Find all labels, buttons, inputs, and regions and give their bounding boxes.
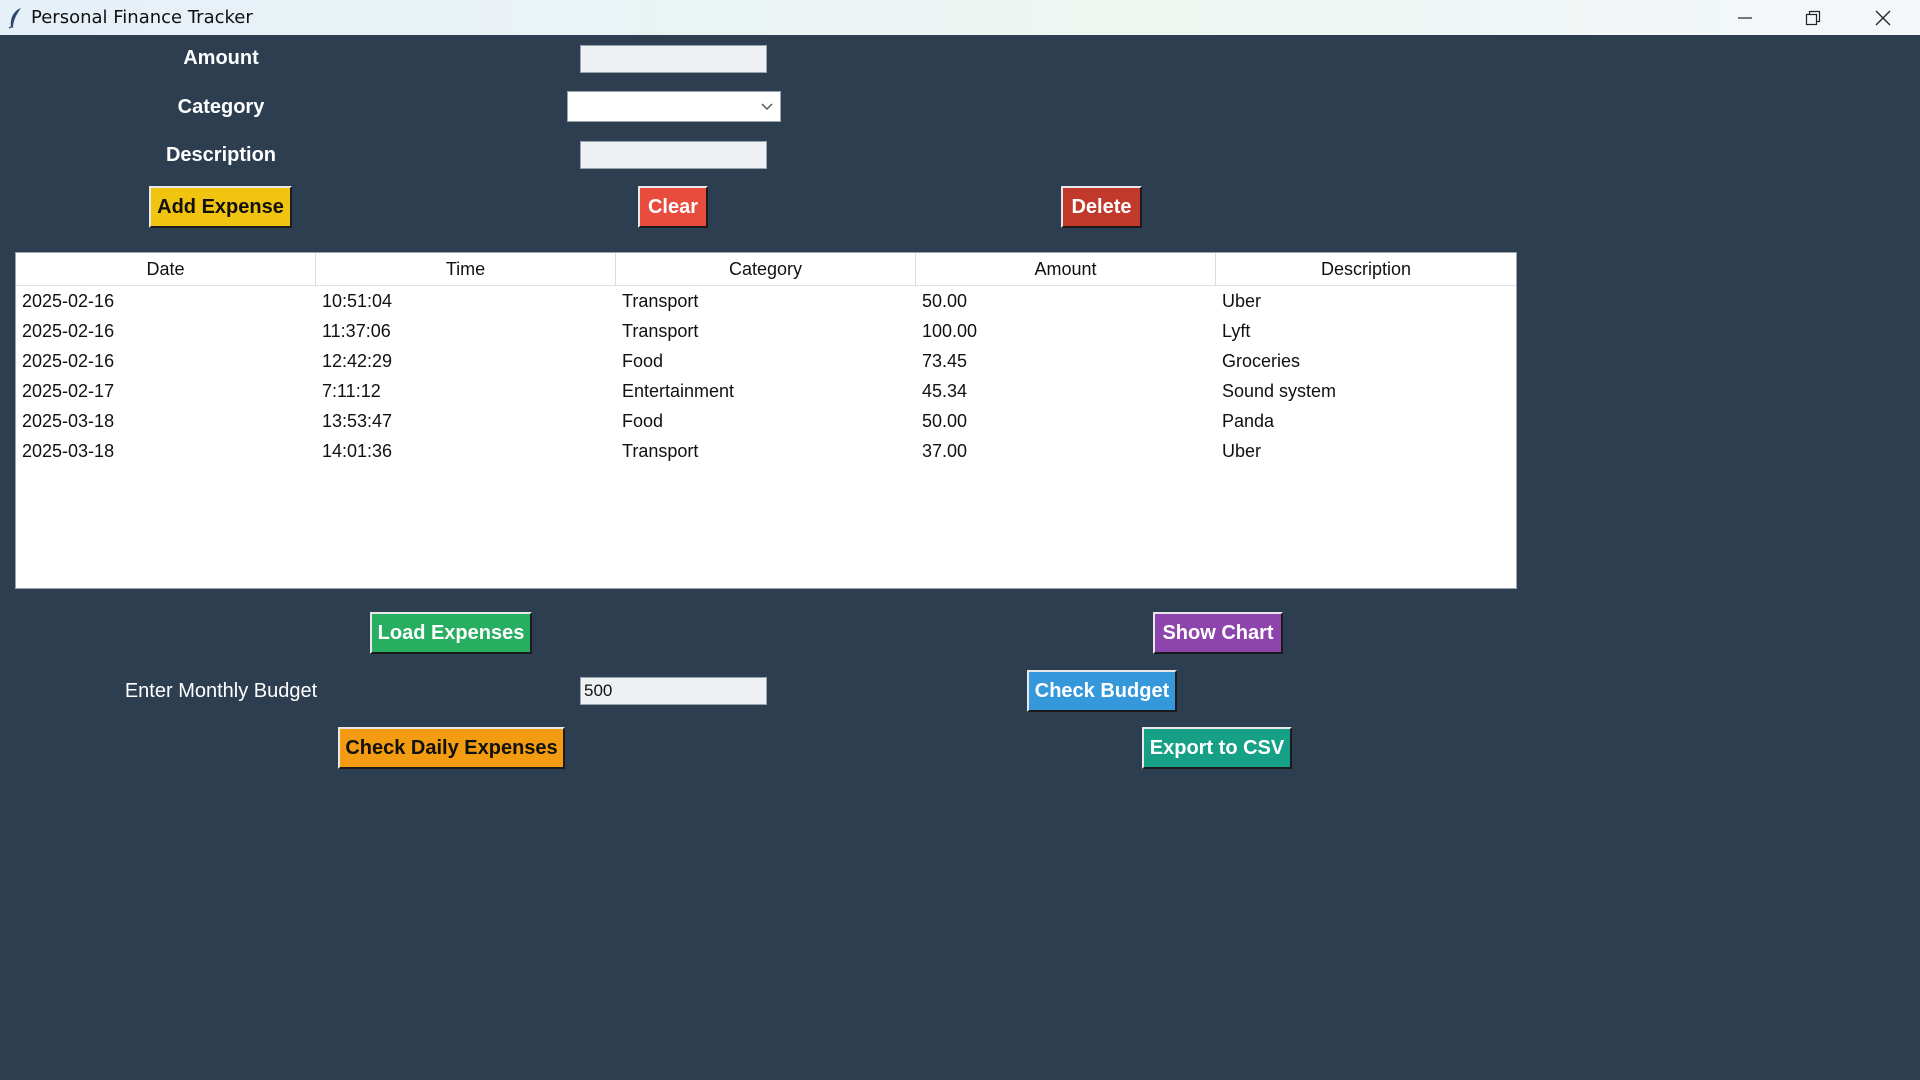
column-header-category[interactable]: Category	[616, 253, 916, 285]
cell-category: Transport	[622, 291, 699, 311]
description-label: Description	[165, 144, 277, 166]
column-header-time[interactable]: Time	[316, 253, 616, 285]
cell-time: 11:37:06	[322, 321, 391, 341]
amount-label: Amount	[183, 47, 259, 69]
cell-description: Groceries	[1222, 351, 1301, 371]
table-row[interactable]: 2025-03-18 13:53:47 Food 50.00 Panda	[16, 406, 1516, 436]
table-row[interactable]: 2025-02-16 10:51:04 Transport 50.00 Uber	[16, 286, 1516, 316]
cell-amount: 100.00	[922, 321, 978, 341]
table-row[interactable]: 2025-02-16 11:37:06 Transport 100.00 Lyf…	[16, 316, 1516, 346]
clear-button[interactable]: Clear	[638, 186, 708, 228]
cell-amount: 37.00	[922, 441, 968, 461]
delete-button[interactable]: Delete	[1061, 186, 1142, 228]
cell-category: Transport	[622, 321, 699, 341]
column-header-description[interactable]: Description	[1216, 253, 1516, 285]
cell-date: 2025-02-17	[22, 381, 115, 401]
table-row[interactable]: 2025-02-17 7:11:12 Entertainment 45.34 S…	[16, 376, 1516, 406]
cell-date: 2025-02-16	[22, 291, 115, 311]
cell-description: Uber	[1222, 291, 1262, 311]
cell-category: Transport	[622, 441, 699, 461]
column-header-date[interactable]: Date	[16, 253, 316, 285]
column-header-amount[interactable]: Amount	[916, 253, 1216, 285]
cell-date: 2025-03-18	[22, 441, 115, 461]
window-title: Personal Finance Tracker	[31, 7, 253, 28]
cell-time: 12:42:29	[322, 351, 393, 371]
budget-label: Enter Monthly Budget	[124, 680, 318, 702]
load-expenses-button[interactable]: Load Expenses	[370, 612, 532, 654]
cell-amount: 73.45	[922, 351, 968, 371]
description-input[interactable]	[580, 141, 767, 169]
minimize-button[interactable]	[1710, 0, 1780, 35]
cell-time: 10:51:04	[322, 291, 393, 311]
title-bar: Personal Finance Tracker	[0, 0, 1920, 35]
cell-time: 7:11:12	[322, 381, 381, 401]
cell-time: 14:01:36	[322, 441, 393, 461]
amount-input[interactable]	[580, 45, 767, 73]
table-row[interactable]: 2025-03-18 14:01:36 Transport 37.00 Uber	[16, 436, 1516, 466]
cell-description: Uber	[1222, 441, 1262, 461]
feather-icon	[8, 7, 21, 29]
expenses-table[interactable]: Date Time Category Amount Description 20…	[15, 252, 1517, 589]
table-row[interactable]: 2025-02-16 12:42:29 Food 73.45 Groceries	[16, 346, 1516, 376]
chevron-down-icon	[761, 103, 773, 111]
category-label: Category	[177, 96, 265, 118]
cell-date: 2025-03-18	[22, 411, 115, 431]
cell-description: Sound system	[1222, 381, 1337, 401]
close-button[interactable]	[1848, 0, 1918, 35]
check-budget-button[interactable]: Check Budget	[1027, 670, 1177, 712]
cell-time: 13:53:47	[322, 411, 393, 431]
add-expense-button[interactable]: Add Expense	[149, 186, 292, 228]
restore-icon	[1805, 10, 1821, 25]
minimize-icon	[1738, 16, 1752, 19]
cell-amount: 45.34	[922, 381, 968, 401]
close-icon	[1875, 10, 1891, 25]
cell-amount: 50.00	[922, 291, 968, 311]
cell-amount: 50.00	[922, 411, 968, 431]
check-daily-expenses-button[interactable]: Check Daily Expenses	[338, 727, 565, 769]
table-header: Date Time Category Amount Description	[16, 253, 1516, 286]
cell-description: Panda	[1222, 411, 1275, 431]
budget-input[interactable]	[580, 677, 767, 705]
cell-category: Food	[622, 351, 664, 371]
cell-date: 2025-02-16	[22, 321, 115, 341]
cell-category: Entertainment	[622, 381, 735, 401]
show-chart-button[interactable]: Show Chart	[1153, 612, 1283, 654]
cell-description: Lyft	[1222, 321, 1251, 341]
restore-button[interactable]	[1778, 0, 1848, 35]
category-select[interactable]	[567, 91, 781, 122]
export-csv-button[interactable]: Export to CSV	[1142, 727, 1292, 769]
cell-date: 2025-02-16	[22, 351, 115, 371]
cell-category: Food	[622, 411, 664, 431]
